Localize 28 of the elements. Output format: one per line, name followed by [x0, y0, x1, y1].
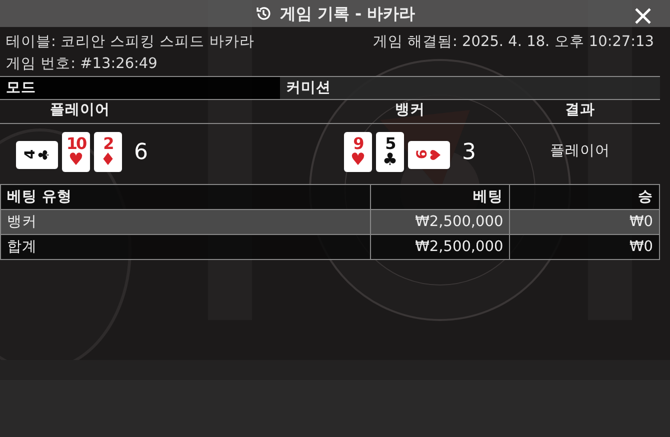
mode-label: 모드	[0, 77, 280, 99]
table-cell: ₩0	[629, 214, 653, 230]
playing-card: 9 ♥	[344, 132, 372, 172]
column-header: 베팅	[370, 184, 510, 210]
window-title: 게임 기록 - 바카라	[280, 2, 416, 24]
table-cell: ₩0	[629, 239, 653, 255]
history-icon	[254, 5, 272, 22]
commission-label: 커미션	[280, 77, 660, 99]
playing-card: 5 ♣	[376, 132, 404, 172]
banker-header: 뱅커	[395, 101, 425, 120]
resolved-time: 게임 해결됨: 2025. 4. 18. 오후 10:27:13	[372, 33, 654, 52]
game-number: 게임 번호: #13:26:49	[6, 56, 158, 72]
column-header: 승	[510, 184, 660, 210]
playing-card: 6 ♥	[408, 141, 450, 169]
playing-card: 2 ♦	[94, 132, 122, 172]
table-name: 테이블: 코리안 스피킹 스피드 바카라	[6, 33, 254, 52]
playing-card: 10 ♥	[62, 132, 90, 172]
table-cell: ₩2,500,000	[415, 239, 504, 255]
result-header: 결과	[565, 101, 595, 120]
table-cell: 뱅커	[7, 214, 37, 230]
column-header: 베팅 유형	[0, 184, 371, 210]
player-header: 플레이어	[50, 101, 110, 120]
playing-card: 4 ♣	[16, 141, 58, 169]
table-cell: 합계	[7, 239, 37, 255]
hand-score: 6	[134, 138, 148, 166]
hand-score: 3	[462, 138, 476, 166]
result-text: 플레이어	[550, 142, 610, 162]
table-cell: ₩2,500,000	[415, 214, 504, 230]
